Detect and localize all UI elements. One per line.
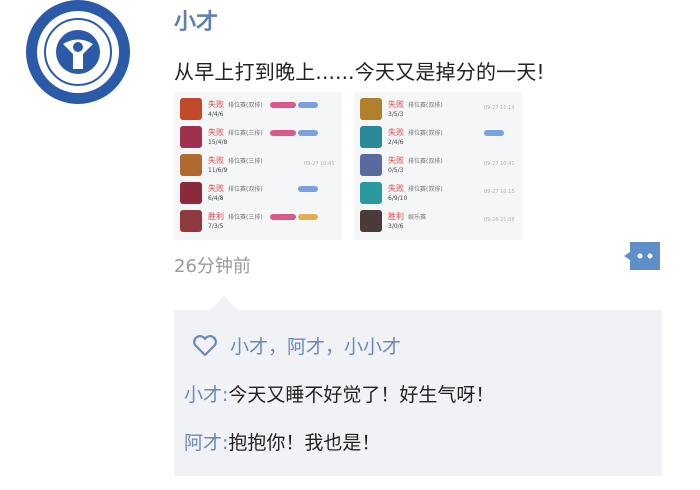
match-result: 失败 bbox=[208, 128, 224, 137]
match-mode: 排位赛(三排) bbox=[228, 158, 263, 165]
badge-icon bbox=[298, 186, 318, 192]
match-kda: 4/4/6 bbox=[208, 111, 224, 118]
comment-item[interactable]: 小才:今天又睡不好觉了！好生气呀！ bbox=[184, 380, 494, 407]
likes-names[interactable]: 小才，阿才，小小才 bbox=[230, 332, 401, 359]
username[interactable]: 小才 bbox=[174, 4, 218, 36]
match-date: 09-26 21:08 bbox=[484, 217, 515, 223]
heart-icon[interactable] bbox=[192, 334, 218, 357]
hero-icon bbox=[360, 126, 382, 148]
post-image-2[interactable]: 失败 排位赛(双排) 3/5/3 09-27 11:13 失败 排位赛(双排) … bbox=[354, 92, 522, 240]
panel-arrow bbox=[210, 296, 238, 310]
match-date: 09-27 10:41 bbox=[484, 161, 515, 167]
comment-icon bbox=[624, 242, 660, 270]
match-kda: 6/9/10 bbox=[388, 195, 408, 202]
post-time: 26分钟前 bbox=[174, 256, 251, 277]
match-row: 胜利 娱乐赛 3/0/6 09-26 21:08 bbox=[354, 208, 522, 234]
school-logo-icon bbox=[37, 11, 119, 93]
hero-icon bbox=[360, 154, 382, 176]
match-kda: 15/4/8 bbox=[208, 139, 228, 146]
match-mode: 排位赛(三排) bbox=[228, 130, 263, 137]
match-result: 失败 bbox=[388, 156, 404, 165]
hero-icon bbox=[180, 98, 202, 120]
comment-author[interactable]: 阿才: bbox=[184, 432, 228, 454]
likes-row: 小才，阿才，小小才 bbox=[192, 332, 401, 359]
match-row: 失败 排位赛(三排) 15/4/8 bbox=[174, 124, 342, 150]
match-row: 失败 排位赛(双排) 6/4/8 bbox=[174, 180, 342, 206]
match-row: 失败 排位赛(双排) 6/9/10 09-27 10:15 bbox=[354, 180, 522, 206]
match-result: 胜利 bbox=[388, 212, 404, 221]
hero-icon bbox=[360, 210, 382, 232]
match-row: 失败 排位赛(双排) 2/4/6 bbox=[354, 124, 522, 150]
match-date: 09-27 10:45 bbox=[304, 161, 335, 167]
hero-icon bbox=[360, 98, 382, 120]
match-mode: 排位赛(双排) bbox=[408, 158, 443, 165]
comment-text: 抱抱你！我也是！ bbox=[228, 432, 381, 454]
match-kda: 11/6/9 bbox=[208, 167, 228, 174]
badge-icon bbox=[270, 130, 296, 136]
badge-icon bbox=[298, 214, 318, 220]
match-mode: 排位赛(双排) bbox=[228, 102, 263, 109]
match-result: 失败 bbox=[388, 184, 404, 193]
match-mode: 排位赛(双排) bbox=[408, 186, 443, 193]
match-row: 胜利 排位赛(三排) 7/3/5 bbox=[174, 208, 342, 234]
post-image-1[interactable]: 失败 排位赛(双排) 4/4/6 失败 排位赛(三排) 15/4/8 失败 排位… bbox=[174, 92, 342, 240]
badge-icon bbox=[270, 214, 296, 220]
match-kda: 2/4/6 bbox=[388, 139, 404, 146]
match-result: 失败 bbox=[388, 100, 404, 109]
post-text: 从早上打到晚上......今天又是掉分的一天! bbox=[174, 60, 545, 84]
hero-icon bbox=[180, 126, 202, 148]
hero-icon bbox=[180, 182, 202, 204]
match-mode: 娱乐赛 bbox=[408, 214, 427, 221]
avatar[interactable] bbox=[26, 0, 130, 104]
match-kda: 3/0/6 bbox=[388, 223, 404, 230]
match-date: 09-27 10:15 bbox=[484, 189, 515, 195]
match-kda: 0/5/3 bbox=[388, 167, 404, 174]
match-result: 胜利 bbox=[208, 212, 224, 221]
hero-icon bbox=[180, 210, 202, 232]
match-result: 失败 bbox=[208, 100, 224, 109]
comment-author[interactable]: 小才: bbox=[184, 384, 228, 406]
match-row: 失败 排位赛(双排) 4/4/6 bbox=[174, 96, 342, 122]
match-date: 09-27 11:13 bbox=[484, 105, 515, 111]
match-result: 失败 bbox=[388, 128, 404, 137]
match-mode: 排位赛(双排) bbox=[408, 130, 443, 137]
comment-text: 今天又睡不好觉了！好生气呀！ bbox=[228, 384, 495, 406]
badge-icon bbox=[484, 130, 504, 136]
match-row: 失败 排位赛(双排) 3/5/3 09-27 11:13 bbox=[354, 96, 522, 122]
hero-icon bbox=[360, 182, 382, 204]
match-result: 失败 bbox=[208, 184, 224, 193]
badge-icon bbox=[298, 130, 318, 136]
match-mode: 排位赛(双排) bbox=[228, 186, 263, 193]
match-result: 失败 bbox=[208, 156, 224, 165]
match-mode: 排位赛(三排) bbox=[228, 214, 263, 221]
badge-icon bbox=[270, 102, 296, 108]
hero-icon bbox=[180, 154, 202, 176]
badge-icon bbox=[298, 102, 318, 108]
match-kda: 6/4/8 bbox=[208, 195, 224, 202]
match-row: 失败 排位赛(双排) 0/5/3 09-27 10:41 bbox=[354, 152, 522, 178]
match-row: 失败 排位赛(三排) 11/6/9 09-27 10:45 bbox=[174, 152, 342, 178]
match-kda: 7/3/5 bbox=[208, 223, 224, 230]
match-kda: 3/5/3 bbox=[388, 111, 404, 118]
comment-item[interactable]: 阿才:抱抱你！我也是！ bbox=[184, 428, 380, 455]
comment-button[interactable] bbox=[622, 240, 662, 272]
match-mode: 排位赛(双排) bbox=[408, 102, 443, 109]
